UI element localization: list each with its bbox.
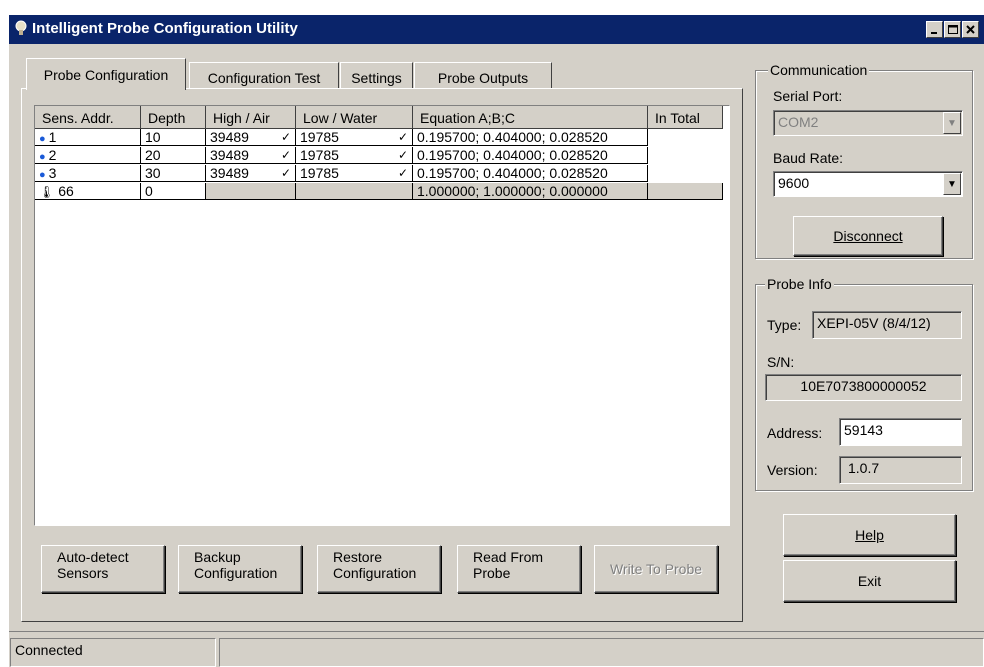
column-header-equation[interactable]: Equation A;B;C: [413, 106, 648, 129]
serial-number-label: S/N:: [767, 354, 795, 370]
restore-configuration-button[interactable]: Restore Configuration: [317, 545, 441, 593]
app-icon: [13, 20, 29, 36]
table-row[interactable]: ● 2 20 39489 ✓ 19785 ✓ 0.195700; 0.404000; …: [35, 147, 648, 165]
water-drop-icon: ●: [39, 151, 46, 163]
cell-depth[interactable]: 20: [141, 147, 206, 164]
column-header-sens-addr[interactable]: Sens. Addr.: [35, 106, 141, 129]
status-secondary: [219, 638, 984, 667]
cell-equation[interactable]: 0.195700; 0.404000; 0.028520: [413, 129, 648, 146]
thermometer-icon: 🌡: [39, 185, 55, 199]
close-icon[interactable]: [962, 21, 979, 38]
cell-sens-addr[interactable]: ● 2: [35, 147, 141, 164]
serial-port-label: Serial Port:: [773, 88, 843, 104]
checkmark-icon[interactable]: ✓: [281, 129, 291, 145]
probe-info-group-label: Probe Info: [765, 276, 834, 292]
cell-high-air[interactable]: 39489 ✓: [206, 165, 296, 182]
disconnect-button[interactable]: Disconnect: [793, 216, 943, 256]
address-input[interactable]: 59143: [839, 418, 962, 446]
cell-high-air[interactable]: 39489 ✓: [206, 147, 296, 164]
table-row[interactable]: 🌡 66 0 1.000000; 1.000000; 0.000000: [35, 183, 723, 201]
checkmark-icon[interactable]: ✓: [398, 165, 408, 181]
communication-group-label: Communication: [768, 62, 870, 78]
cell-sens-addr[interactable]: ● 1: [35, 129, 141, 146]
baud-rate-dropdown-icon[interactable]: ▼: [943, 173, 961, 195]
serial-number-value: 10E7073800000052: [765, 374, 962, 401]
cell-low-water: [296, 183, 413, 200]
exit-button[interactable]: Exit: [783, 560, 956, 602]
cell-equation[interactable]: 0.195700; 0.404000; 0.028520: [413, 165, 648, 182]
tab-settings[interactable]: Settings: [340, 62, 413, 89]
cell-high-air[interactable]: 39489 ✓: [206, 129, 296, 146]
address-label: Address:: [767, 425, 823, 441]
baud-rate-select[interactable]: 9600: [773, 171, 963, 197]
status-separator: [9, 631, 984, 632]
type-value: XEPI-05V (8/4/12): [812, 311, 962, 339]
checkmark-icon[interactable]: ✓: [281, 147, 291, 163]
column-header-in-total[interactable]: In Total: [648, 106, 723, 129]
backup-configuration-button[interactable]: Backup Configuration: [178, 545, 302, 593]
cell-in-total[interactable]: [648, 183, 723, 200]
tab-configuration-test[interactable]: Configuration Test: [189, 62, 339, 89]
cell-sens-addr[interactable]: ● 3: [35, 165, 141, 182]
serial-port-dropdown-icon[interactable]: ▼: [943, 112, 961, 134]
cell-high-air: [206, 183, 296, 200]
checkmark-icon[interactable]: ✓: [281, 165, 291, 181]
water-drop-icon: ●: [39, 133, 46, 145]
baud-rate-label: Baud Rate:: [773, 150, 844, 166]
status-text: Connected: [10, 638, 216, 667]
read-from-probe-button[interactable]: Read From Probe: [457, 545, 581, 593]
cell-low-water[interactable]: 19785 ✓: [296, 165, 413, 182]
column-header-depth[interactable]: Depth: [141, 106, 206, 129]
checkmark-icon[interactable]: ✓: [398, 147, 408, 163]
window-title: Intelligent Probe Configuration Utility: [32, 20, 298, 37]
version-value: 1.0.7: [839, 456, 962, 484]
serial-port-select[interactable]: COM2: [773, 110, 963, 136]
tab-probe-configuration[interactable]: Probe Configuration: [26, 58, 186, 90]
cell-sens-addr[interactable]: 🌡 66: [35, 183, 141, 200]
version-label: Version:: [767, 462, 818, 478]
cell-equation[interactable]: 1.000000; 1.000000; 0.000000: [413, 183, 648, 200]
water-drop-icon: ●: [39, 169, 46, 181]
help-button[interactable]: Help: [783, 514, 956, 556]
cell-low-water[interactable]: 19785 ✓: [296, 129, 413, 146]
tab-probe-outputs[interactable]: Probe Outputs: [414, 62, 552, 89]
minimize-icon[interactable]: [926, 21, 943, 38]
cell-depth[interactable]: 0: [141, 183, 206, 200]
cell-depth[interactable]: 30: [141, 165, 206, 182]
write-to-probe-button[interactable]: Write To Probe: [594, 545, 718, 593]
table-row[interactable]: ● 3 30 39489 ✓ 19785 ✓ 0.195700; 0.404000; …: [35, 165, 648, 183]
cell-low-water[interactable]: 19785 ✓: [296, 147, 413, 164]
table-row[interactable]: ● 1 10 39489 ✓ 19785 ✓ 0.195700; 0.404000; …: [35, 129, 648, 147]
checkmark-icon[interactable]: ✓: [398, 129, 408, 145]
auto-detect-sensors-button[interactable]: Auto-detect Sensors: [41, 545, 165, 593]
sensor-grid[interactable]: Sens. Addr. Depth High / Air Low / Water…: [34, 105, 730, 526]
cell-equation[interactable]: 0.195700; 0.404000; 0.028520: [413, 147, 648, 164]
column-header-high-air[interactable]: High / Air: [206, 106, 296, 129]
maximize-icon[interactable]: [944, 21, 961, 38]
column-header-low-water[interactable]: Low / Water: [296, 106, 413, 129]
cell-depth[interactable]: 10: [141, 129, 206, 146]
type-label: Type:: [767, 317, 802, 333]
